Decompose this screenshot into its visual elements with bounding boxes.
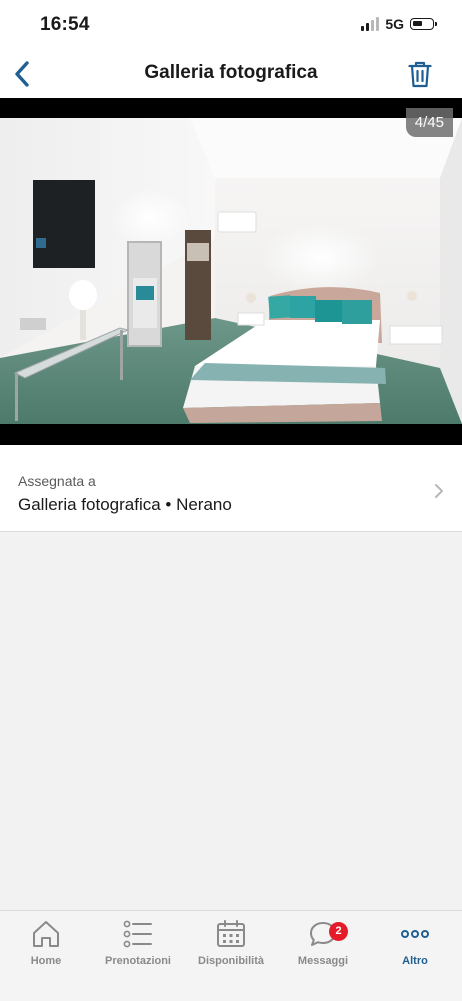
tab-home[interactable]: Home (1, 919, 91, 967)
chevron-right-icon (435, 484, 443, 498)
bedroom-photo (0, 118, 462, 424)
calendar-icon (217, 920, 245, 947)
tab-disponibilita[interactable]: Disponibilità (186, 919, 276, 967)
gallery-photo[interactable] (0, 118, 462, 424)
assigned-row[interactable]: Assegnata a Galleria fotografica • Neran… (0, 445, 462, 532)
tab-prenotazioni-label: Prenotazioni (104, 955, 171, 967)
photo-viewer[interactable]: 4/45 (0, 98, 462, 445)
more-dots-icon (401, 930, 429, 938)
assigned-label: Assegnata a (18, 473, 96, 489)
network-type: 5G (385, 16, 404, 32)
status-indicators: 5G (361, 16, 437, 32)
assigned-value: Galleria fotografica • Nerano (18, 495, 232, 514)
photo-counter: 4/45 (405, 108, 453, 137)
trash-icon (408, 61, 432, 88)
tab-messaggi[interactable]: 2 Messaggi (278, 919, 368, 967)
tab-altro[interactable]: Altro (370, 919, 460, 967)
signal-icon (361, 17, 380, 31)
list-icon (123, 920, 152, 948)
tab-prenotazioni[interactable]: Prenotazioni (93, 919, 183, 967)
tab-disponibilita-label: Disponibilità (198, 955, 264, 967)
delete-button[interactable] (406, 58, 434, 90)
unread-badge: 2 (329, 922, 348, 941)
tab-home-label: Home (30, 955, 62, 967)
top-bar: 16:54 5G Galleria fotografica (0, 0, 462, 98)
home-icon (33, 921, 59, 947)
tab-bar: Home Prenotazioni Disponibilità 2 Messag… (0, 910, 462, 1001)
tab-messaggi-label: Messaggi (297, 955, 349, 967)
status-time: 16:54 (40, 14, 90, 35)
page-title: Galleria fotografica (144, 62, 318, 83)
battery-icon (410, 18, 437, 30)
tab-altro-label: Altro (402, 955, 428, 967)
